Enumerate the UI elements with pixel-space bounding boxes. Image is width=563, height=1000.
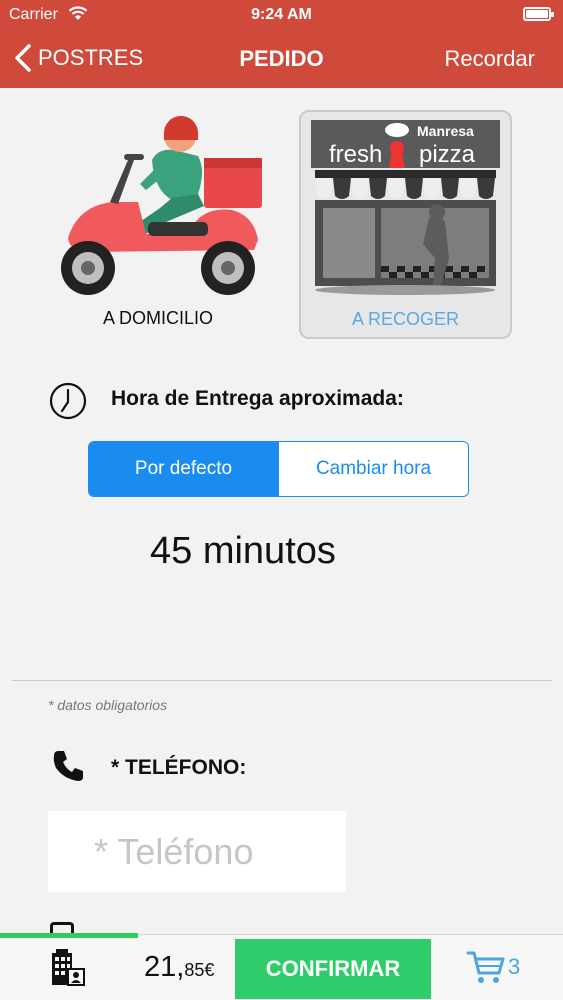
home-delivery-label: A DOMICILIO: [102, 308, 214, 328]
pickup-label: A RECOGER: [351, 309, 460, 329]
order-total-cents: 85€: [184, 960, 215, 980]
order-total: 21,85€: [144, 951, 214, 984]
shop-sign-top: Manresa: [417, 123, 474, 139]
chevron-left-icon: [15, 44, 31, 72]
order-total-main: 21,: [144, 951, 185, 983]
nav-bar: POSTRES PEDIDO Recordar: [0, 30, 563, 88]
pickup-option[interactable]: Manresa fresh pizza A RECOGER: [299, 110, 512, 339]
scooter-rider-icon: [61, 115, 262, 295]
section-divider: [12, 680, 552, 681]
phone-input[interactable]: [48, 811, 346, 892]
back-label: POSTRES: [38, 45, 144, 70]
default-time-segment[interactable]: Por defecto: [89, 442, 278, 496]
confirm-button[interactable]: CONFIRMAR: [235, 939, 431, 999]
estimated-time-value: 45 minutos: [150, 530, 336, 572]
remember-button[interactable]: Recordar: [445, 46, 535, 72]
delivery-time-label: Hora de Entrega aproximada:: [111, 387, 404, 410]
status-bar: Carrier 9:24 AM: [0, 0, 563, 30]
home-delivery-option[interactable]: A DOMICILIO: [48, 110, 268, 340]
pizza-shop-icon: Manresa fresh pizza: [311, 120, 500, 295]
change-time-segment[interactable]: Cambiar hora: [278, 442, 468, 496]
cart-count: 3: [508, 954, 521, 979]
restaurant-info-icon[interactable]: [50, 947, 86, 987]
back-button[interactable]: POSTRES: [14, 44, 143, 72]
phone-label: * TELÉFONO:: [111, 756, 247, 779]
bottom-bar: 21,85€ CONFIRMAR 3: [0, 933, 563, 1000]
required-fields-note: * datos obligatorios: [48, 697, 168, 713]
status-time: 9:24 AM: [251, 6, 312, 23]
shop-sign-left: fresh: [329, 141, 382, 168]
order-progress-bar: [0, 933, 138, 938]
top-bar: Carrier 9:24 AM POSTRES PEDIDO Recordar: [0, 0, 563, 88]
cart-button[interactable]: 3: [466, 949, 520, 985]
clock-icon: [49, 382, 87, 420]
phone-icon: [53, 751, 83, 781]
battery-icon: [523, 7, 554, 21]
delivery-time-selector: Por defecto Cambiar hora: [88, 441, 469, 497]
shop-sign-right: pizza: [419, 141, 476, 168]
cart-icon: [466, 951, 505, 983]
